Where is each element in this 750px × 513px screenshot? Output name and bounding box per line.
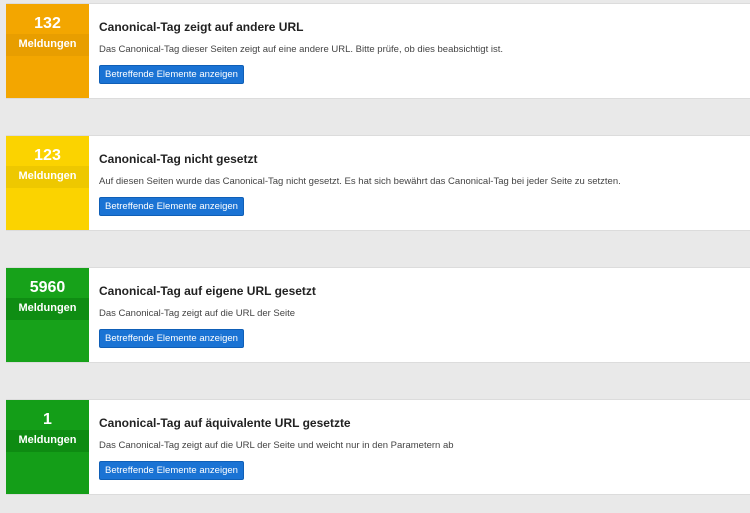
issue-count-unit: Meldungen (6, 298, 89, 320)
issue-count-badge: 1 Meldungen (6, 400, 89, 494)
issue-count: 5960 (29, 279, 66, 296)
issue-body: Canonical-Tag auf eigene URL gesetzt Das… (89, 268, 316, 362)
show-elements-button[interactable]: Betreffende Elemente anzeigen (99, 329, 244, 348)
issue-count-unit: Meldungen (6, 430, 89, 452)
issue-description: Das Canonical-Tag zeigt auf die URL der … (99, 308, 296, 319)
issue-description: Das Canonical-Tag zeigt auf die URL der … (99, 440, 454, 451)
issue-count: 123 (34, 147, 61, 164)
issue-description: Auf diesen Seiten wurde das Canonical-Ta… (99, 176, 621, 187)
issue-count-badge: 123 Meldungen (6, 136, 89, 230)
issue-card-canonical-not-set: 123 Meldungen Canonical-Tag nicht gesetz… (6, 135, 750, 231)
issue-count: 132 (34, 15, 61, 32)
issue-card-canonical-own-url: 5960 Meldungen Canonical-Tag auf eigene … (6, 267, 750, 363)
issue-title: Canonical-Tag auf äquivalente URL gesetz… (99, 416, 351, 430)
show-elements-button[interactable]: Betreffende Elemente anzeigen (99, 197, 244, 216)
show-elements-button[interactable]: Betreffende Elemente anzeigen (99, 461, 244, 480)
issue-body: Canonical-Tag nicht gesetzt Auf diesen S… (89, 136, 621, 230)
issue-title: Canonical-Tag auf eigene URL gesetzt (99, 284, 316, 298)
issue-count-badge: 132 Meldungen (6, 4, 89, 98)
issue-count: 1 (43, 411, 52, 428)
issue-count-unit: Meldungen (6, 34, 89, 56)
issue-count-badge: 5960 Meldungen (6, 268, 89, 362)
issue-description: Das Canonical-Tag dieser Seiten zeigt au… (99, 44, 503, 55)
issue-count-unit: Meldungen (6, 166, 89, 188)
issue-card-canonical-equivalent-url: 1 Meldungen Canonical-Tag auf äquivalent… (6, 399, 750, 495)
issue-body: Canonical-Tag zeigt auf andere URL Das C… (89, 4, 503, 98)
issue-body: Canonical-Tag auf äquivalente URL gesetz… (89, 400, 454, 494)
show-elements-button[interactable]: Betreffende Elemente anzeigen (99, 65, 244, 84)
issue-title: Canonical-Tag zeigt auf andere URL (99, 20, 304, 34)
issue-card-canonical-other-url: 132 Meldungen Canonical-Tag zeigt auf an… (6, 3, 750, 99)
issue-title: Canonical-Tag nicht gesetzt (99, 152, 258, 166)
